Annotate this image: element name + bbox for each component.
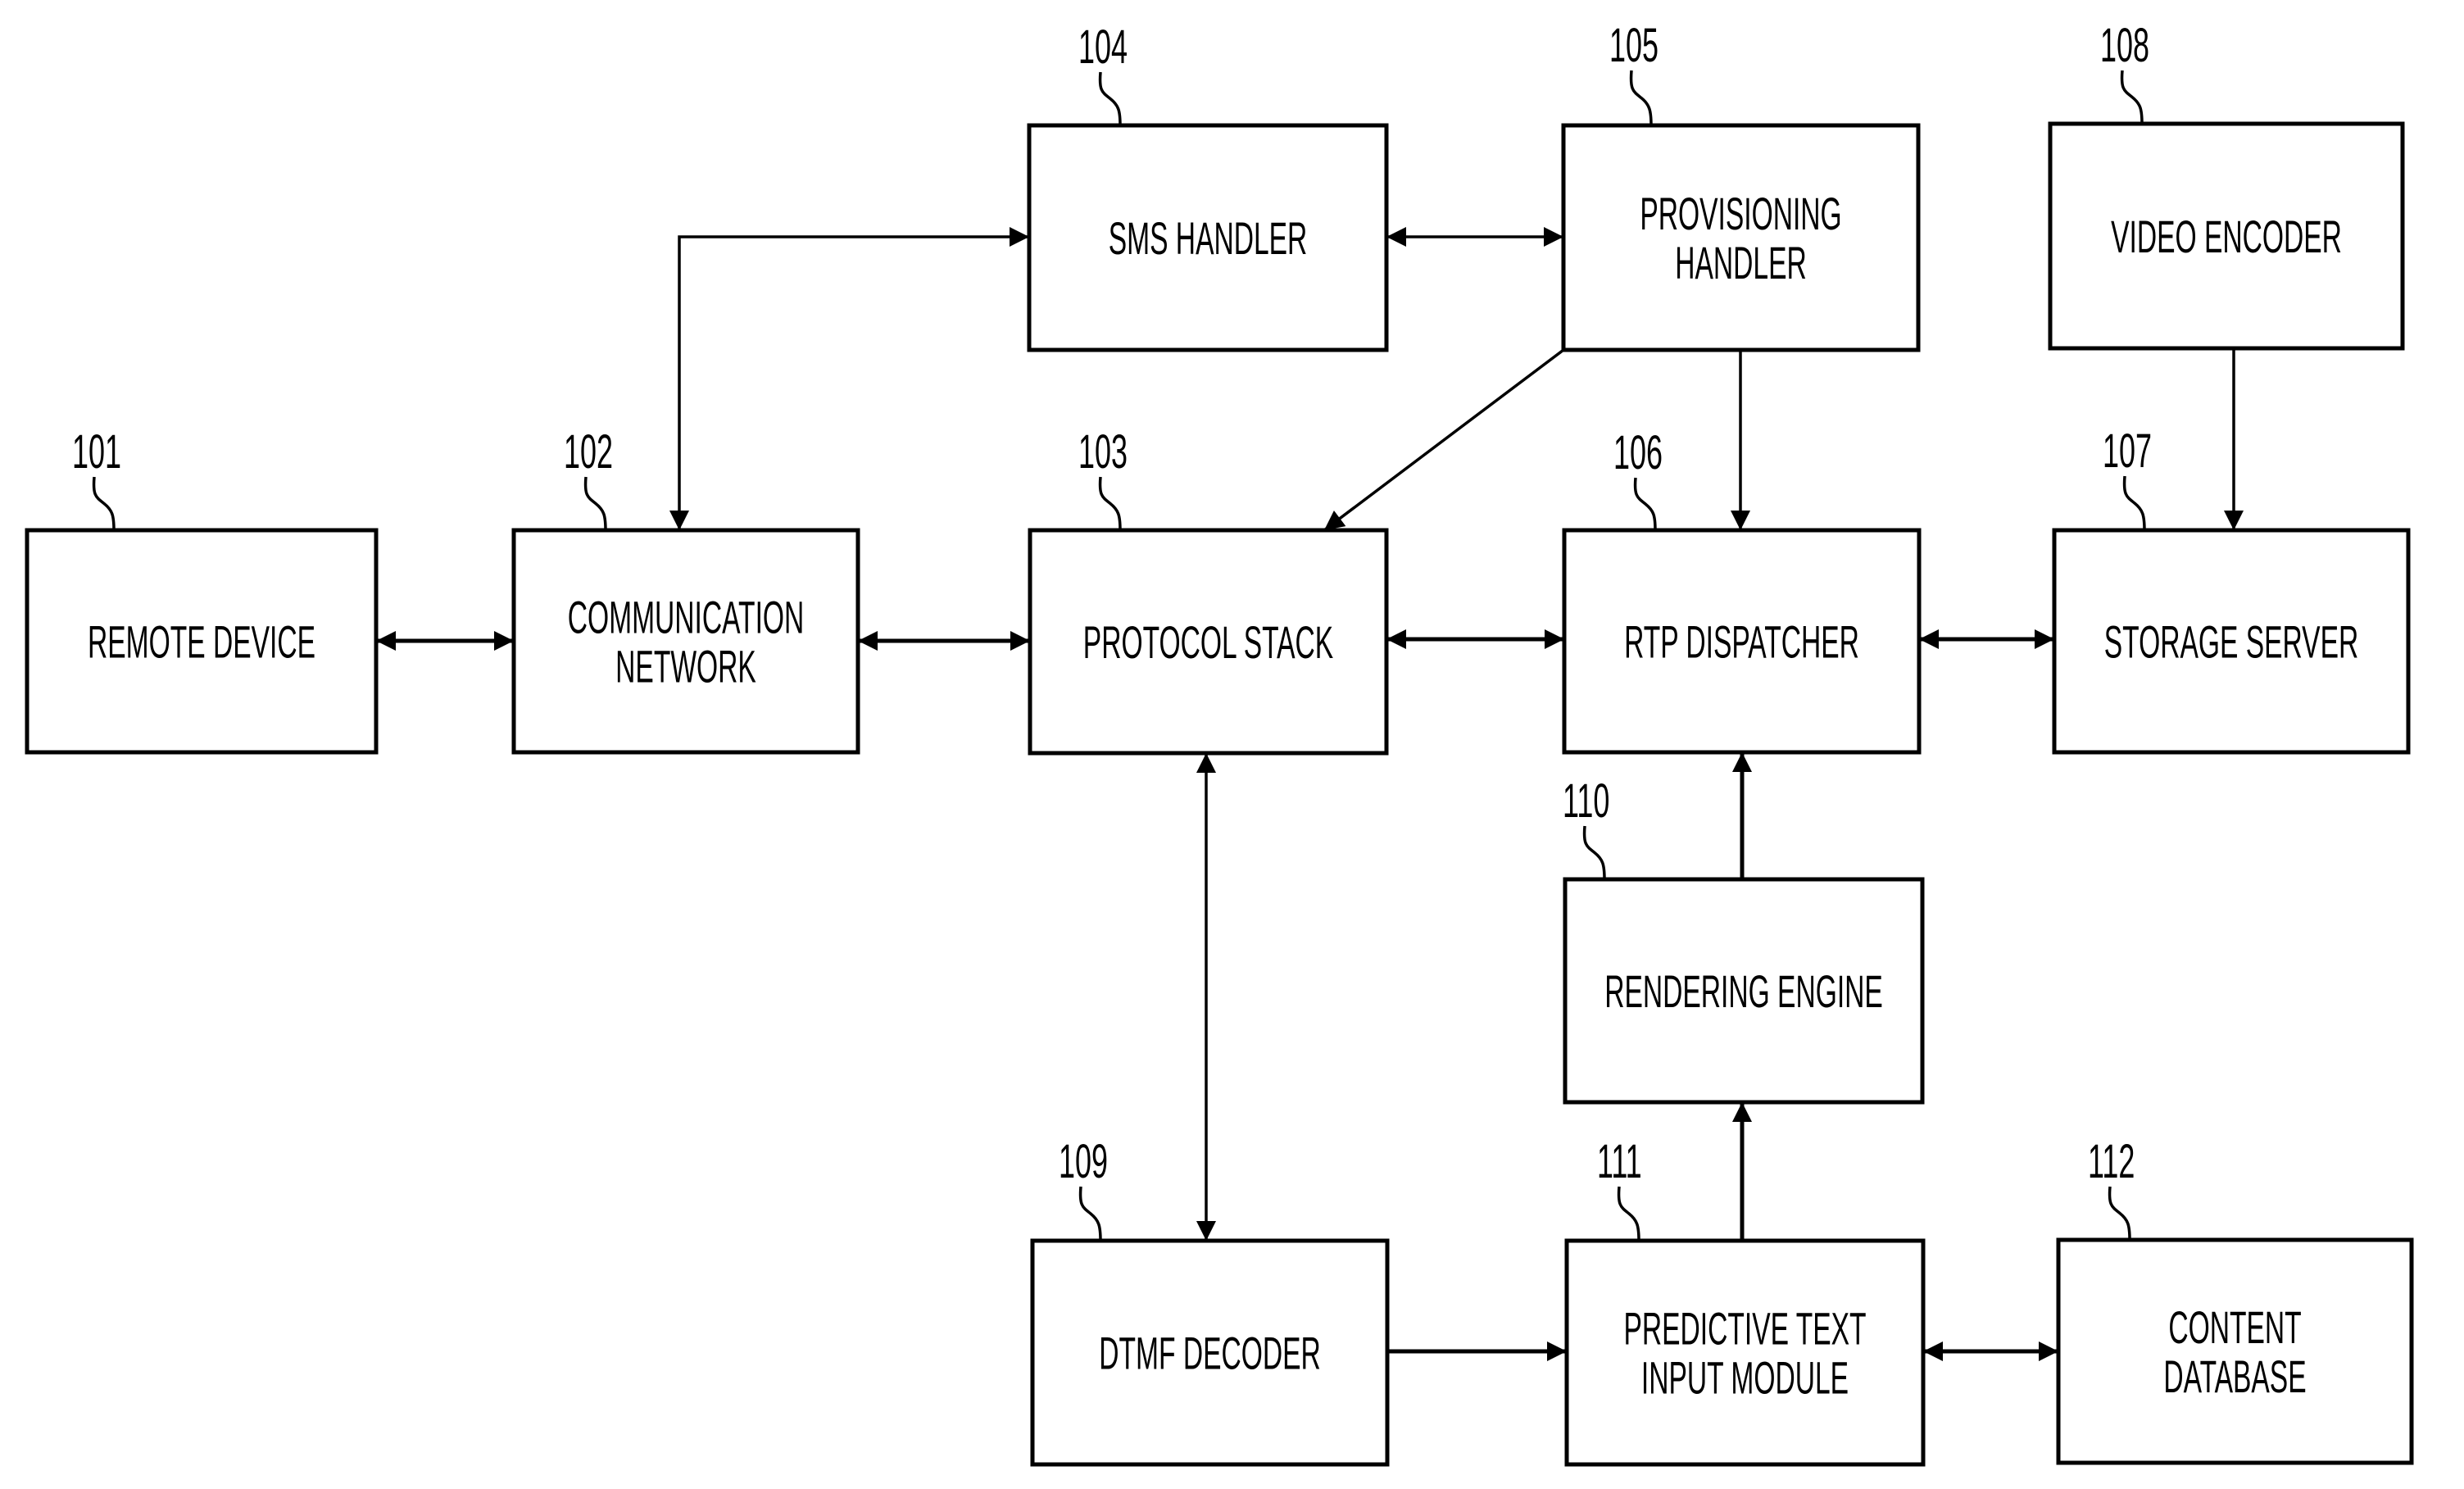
block-104: SMS HANDLER (1027, 123, 1389, 352)
block-101: REMOTE DEVICE (25, 528, 379, 755)
block-105: PROVISIONINGHANDLER (1561, 123, 1921, 352)
block-108: VIDEO ENCODER (2048, 121, 2405, 351)
reference-numeral: 102 (564, 425, 613, 479)
block-106: RTP DISPATCHER (1562, 528, 1922, 755)
block-label: COMMUNICATION (568, 592, 805, 643)
connector-102-104 (669, 227, 1029, 530)
block-label: PROVISIONING (1640, 188, 1841, 239)
leader-line (1098, 71, 1122, 126)
block-label: REMOTE DEVICE (88, 616, 315, 668)
block-label: STORAGE SERVER (2104, 616, 2358, 668)
block-label: DTMF DECODER (1099, 1328, 1321, 1379)
reference-numeral: 105 (1609, 19, 1659, 72)
reference-numeral: 110 (1563, 774, 1609, 828)
leader-line (1617, 1186, 1640, 1242)
leader-line (1078, 1186, 1102, 1242)
block-109: DTMF DECODER (1030, 1238, 1390, 1467)
reference-numeral: 101 (72, 425, 121, 479)
leader-line (1629, 70, 1653, 126)
block-label: HANDLER (1675, 237, 1806, 288)
leader-line (2120, 70, 2144, 125)
block-label: RENDERING ENGINE (1604, 965, 1883, 1017)
block-102: COMMUNICATIONNETWORK (511, 528, 860, 755)
leader-line (2108, 1186, 2131, 1241)
block-label: RTP DISPATCHER (1624, 616, 1859, 668)
reference-numeral: 108 (2100, 19, 2149, 72)
connector-105-103 (1323, 348, 1565, 532)
block-diagram: REMOTE DEVICE COMMUNICATIONNETWORK PROTOCO… (25, 19, 2414, 1467)
leader-line (1098, 476, 1122, 531)
block-label: INPUT MODULE (1641, 1352, 1849, 1404)
reference-numeral: 109 (1059, 1135, 1108, 1188)
blocks: REMOTE DEVICE COMMUNICATIONNETWORK PROTOCO… (25, 121, 2414, 1467)
block-label: DATABASE (2163, 1351, 2306, 1402)
reference-numeral: 112 (2088, 1135, 2135, 1188)
block-label: PREDICTIVE TEXT (1623, 1303, 1866, 1355)
block-103: PROTOCOL STACK (1028, 528, 1389, 756)
leader-line (2122, 475, 2146, 531)
block-label: PROTOCOL STACK (1083, 616, 1334, 668)
reference-numeral: 106 (1613, 426, 1663, 479)
reference-numeral: 111 (1597, 1135, 1642, 1188)
block-112: CONTENTDATABASE (2056, 1237, 2414, 1465)
block-107: STORAGE SERVER (2052, 528, 2411, 755)
leader-line (1633, 477, 1657, 531)
reference-numeral: 107 (2103, 424, 2152, 478)
block-label: SMS HANDLER (1109, 212, 1308, 264)
block-label: VIDEO ENCODER (2111, 211, 2342, 262)
block-label: NETWORK (615, 641, 756, 692)
leader-line (1582, 825, 1606, 880)
connections (376, 227, 2244, 1361)
block-label: CONTENT (2168, 1301, 2301, 1353)
reference-numeral: 103 (1078, 425, 1128, 479)
leader-line (583, 476, 607, 531)
block-110: RENDERING ENGINE (1563, 877, 1925, 1105)
reference-numeral: 104 (1078, 20, 1128, 74)
block-111: PREDICTIVE TEXTINPUT MODULE (1564, 1238, 1926, 1467)
leader-line (92, 476, 116, 531)
